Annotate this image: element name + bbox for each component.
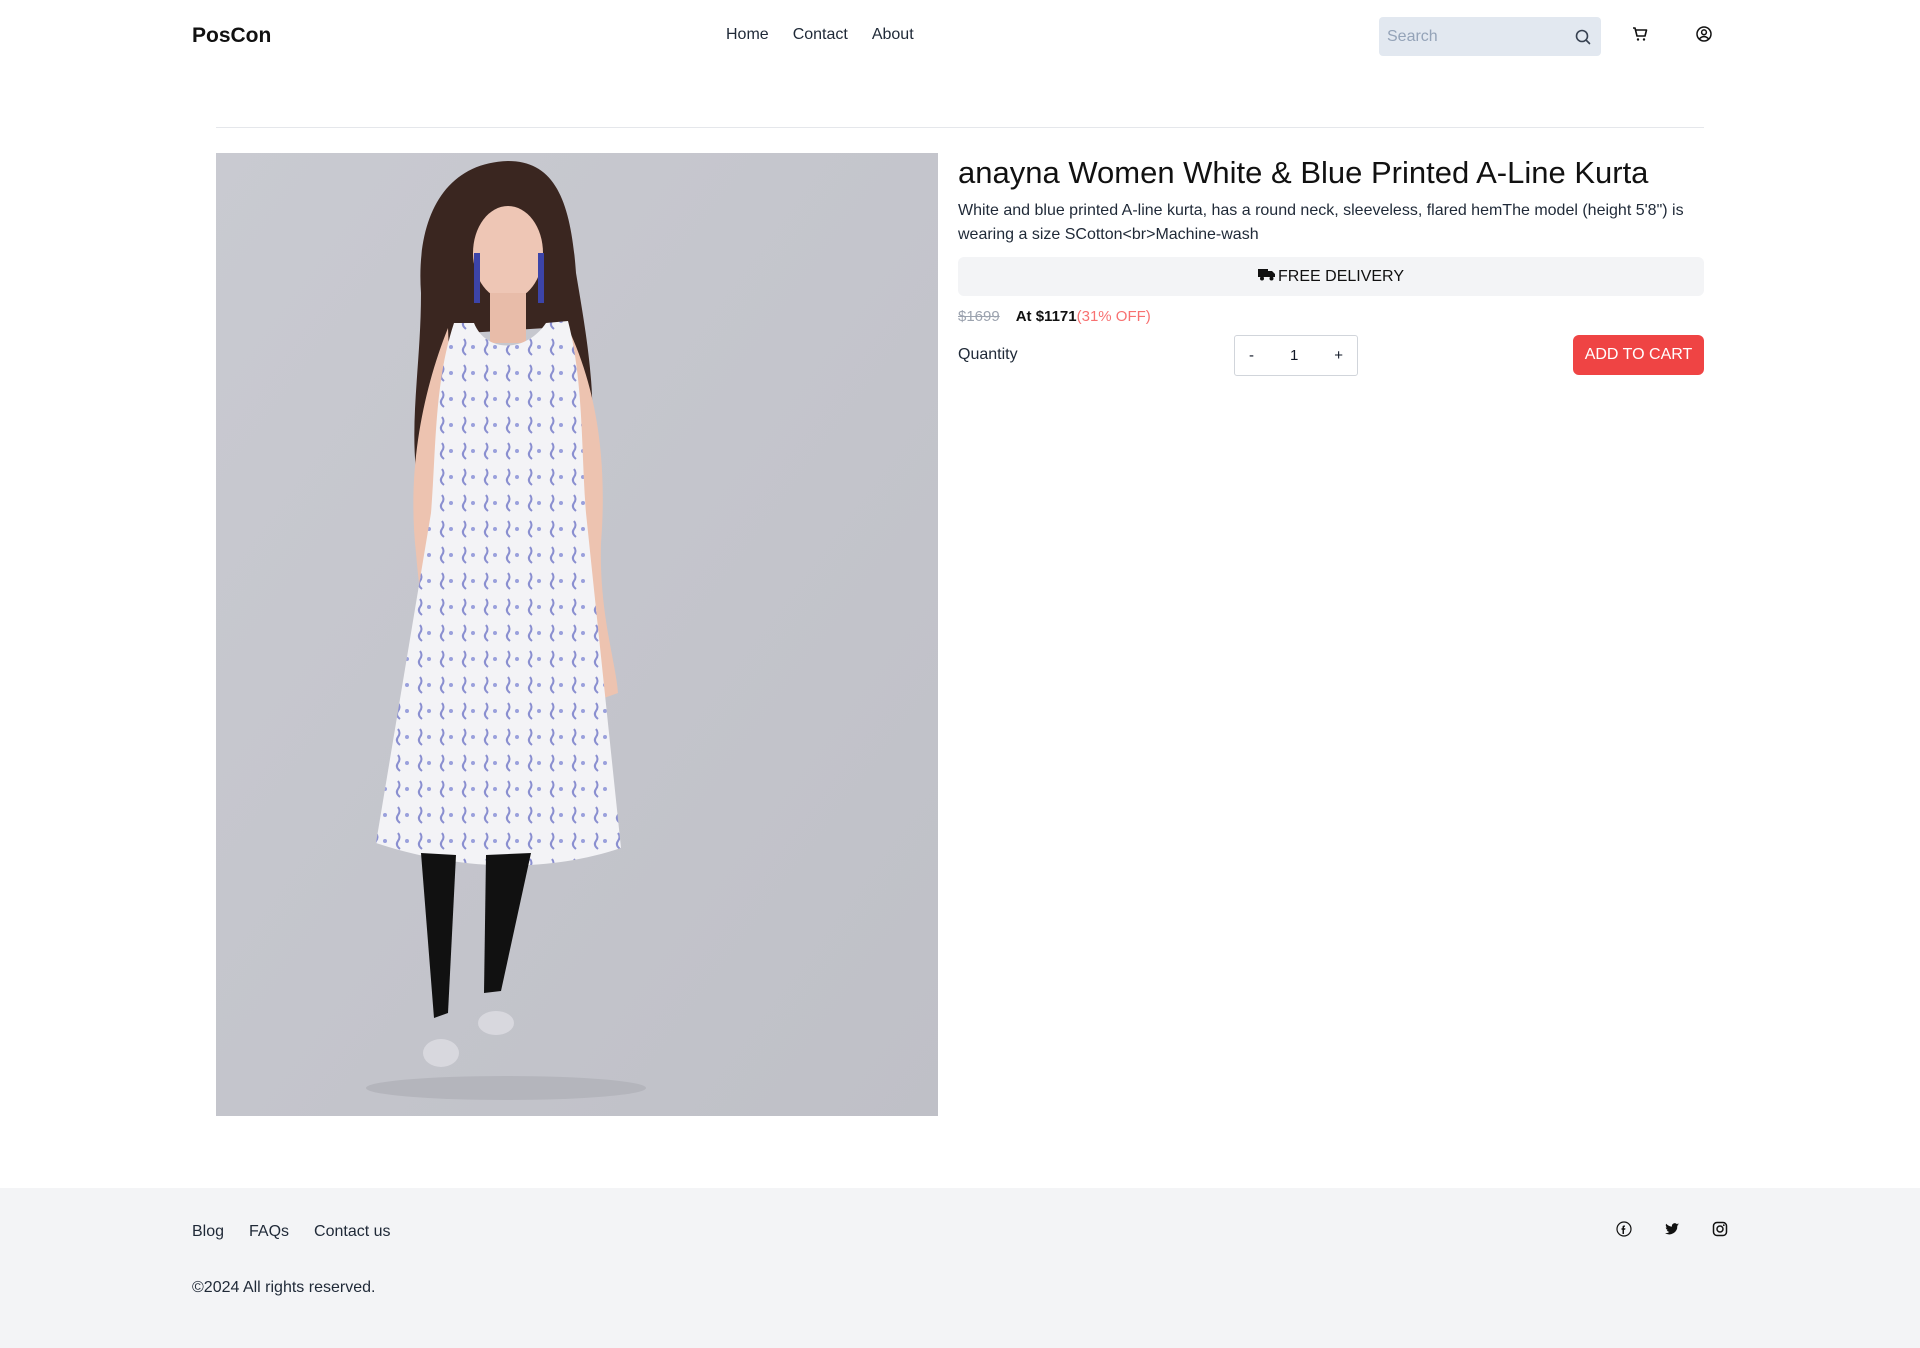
quantity-stepper: - 1 +	[1234, 335, 1358, 376]
add-to-cart-button[interactable]: ADD TO CART	[1573, 335, 1704, 375]
original-price: $1699	[958, 308, 1000, 325]
search-icon[interactable]	[1573, 27, 1593, 47]
site-header: PosCon Home Contact About	[0, 0, 1920, 74]
footer-links: Blog FAQs Contact us	[192, 1223, 391, 1241]
copyright: ©2024 All rights reserved.	[192, 1279, 376, 1296]
quantity-value: 1	[1289, 347, 1299, 364]
product-photo	[216, 153, 938, 1116]
product-details: anayna Women White & Blue Printed A-Line…	[958, 153, 1704, 376]
search-box	[1379, 17, 1601, 56]
delivery-label: FREE DELIVERY	[1278, 267, 1404, 285]
user-icon[interactable]	[1694, 24, 1714, 44]
product-image	[216, 153, 938, 1116]
increment-button[interactable]: +	[1334, 347, 1343, 364]
price-row: $1699 At $1171 (31% OFF)	[958, 308, 1704, 325]
discount-badge: (31% OFF)	[1076, 308, 1151, 325]
site-footer: Blog FAQs Contact us ©2024 All rights re…	[0, 1188, 1920, 1348]
footer-link-blog[interactable]: Blog	[192, 1223, 224, 1241]
quantity-label: Quantity	[958, 346, 1018, 363]
quantity-row: Quantity - 1 + ADD TO CART	[958, 335, 1704, 376]
main-nav: Home Contact About	[726, 26, 914, 44]
product-description: White and blue printed A-line kurta, has…	[958, 202, 1684, 243]
twitter-icon[interactable]	[1663, 1220, 1681, 1238]
search-input[interactable]	[1379, 17, 1569, 56]
nav-home[interactable]: Home	[726, 26, 769, 44]
delivery-badge: FREE DELIVERY	[958, 257, 1704, 296]
decrement-button[interactable]: -	[1249, 347, 1254, 364]
brand-logo[interactable]: PosCon	[192, 24, 271, 48]
nav-about[interactable]: About	[872, 26, 914, 44]
footer-link-faqs[interactable]: FAQs	[249, 1223, 289, 1241]
facebook-icon[interactable]	[1615, 1220, 1633, 1238]
sale-price: At $1171	[1015, 308, 1077, 325]
instagram-icon[interactable]	[1711, 1220, 1729, 1238]
nav-contact[interactable]: Contact	[793, 26, 848, 44]
cart-icon[interactable]	[1630, 24, 1650, 44]
truck-icon	[1258, 267, 1276, 286]
product-title: anayna Women White & Blue Printed A-Line…	[958, 155, 1649, 190]
footer-link-contact[interactable]: Contact us	[314, 1223, 390, 1241]
section-divider	[216, 127, 1704, 128]
